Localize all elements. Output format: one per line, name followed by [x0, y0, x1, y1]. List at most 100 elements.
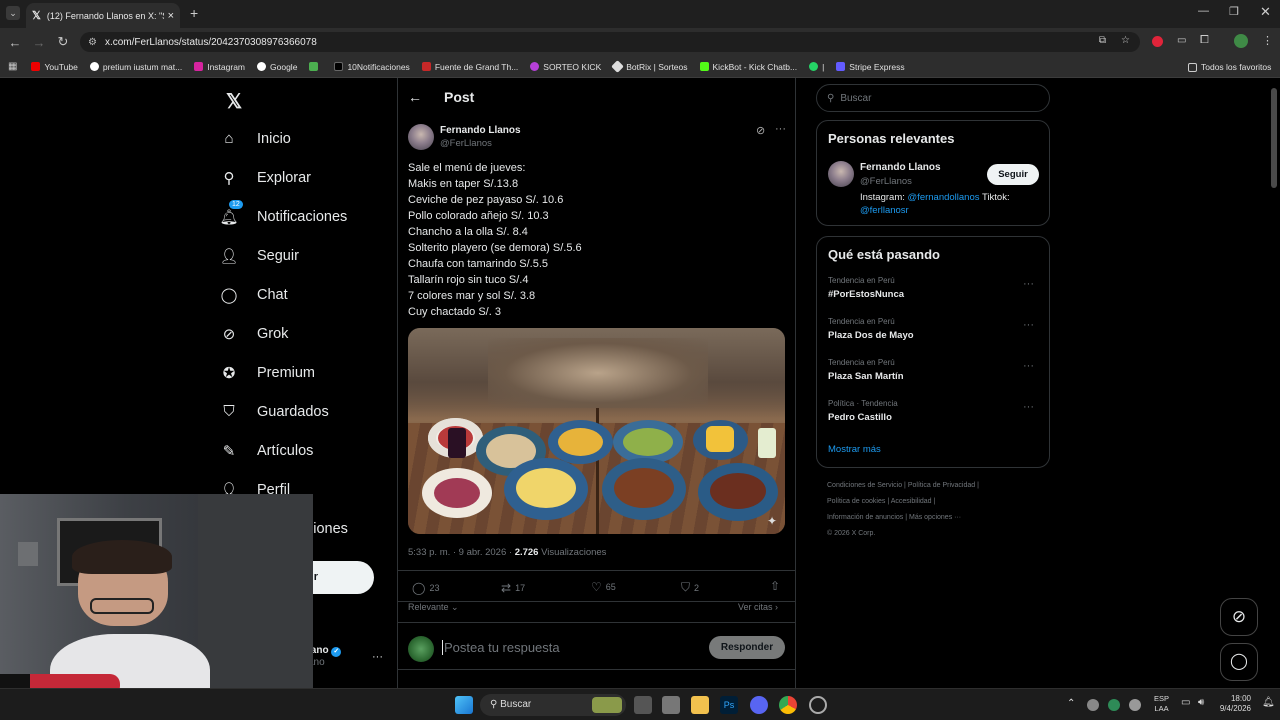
nav-home[interactable]: ⌂ Inicio: [218, 119, 388, 158]
nav-bookmarks[interactable]: ⛉ Guardados: [218, 392, 388, 431]
chevron-up-icon[interactable]: ⌃: [1067, 698, 1075, 709]
discord-icon[interactable]: [750, 696, 768, 714]
like-button[interactable]: ♡ 65: [591, 580, 616, 594]
bookmark-instagram[interactable]: Instagram: [194, 62, 245, 72]
forward-icon[interactable]: →: [27, 35, 51, 50]
language-indicator[interactable]: ESP LAA: [1154, 694, 1169, 714]
address-bar[interactable]: ⚙ x.com/FerLlanos/status/204237030897636…: [80, 32, 1140, 52]
account-switcher[interactable]: iano ✓ ano ···: [308, 645, 388, 675]
post-image[interactable]: ✦: [408, 328, 785, 534]
trend-more-icon[interactable]: ···: [1023, 360, 1034, 372]
bookmark-sorteo-kick[interactable]: SORTEO KICK: [530, 62, 601, 72]
author-name[interactable]: Fernando Llanos: [440, 125, 521, 136]
bookmark-stripe[interactable]: Stripe Express: [836, 62, 905, 72]
reply-sort[interactable]: Relevante ⌄: [408, 602, 459, 613]
account-more-icon[interactable]: ···: [372, 651, 383, 663]
tiktok-link[interactable]: @ferllanosr: [860, 205, 909, 216]
windows-start-icon[interactable]: [455, 696, 473, 714]
reply-input[interactable]: Postea tu respuesta: [442, 640, 560, 655]
tab-list-icon[interactable]: ⌄: [6, 6, 20, 20]
chat-floating-button[interactable]: ◯: [1220, 643, 1258, 681]
nav-grok[interactable]: ⊘ Grok: [218, 314, 388, 353]
grok-floating-button[interactable]: ⊘: [1220, 598, 1258, 636]
repost-button[interactable]: ⇄ 17: [501, 581, 525, 595]
grok-explain-icon[interactable]: ⊘: [756, 124, 765, 137]
new-tab-icon[interactable]: +: [190, 5, 198, 21]
extensions-puzzle-icon[interactable]: ⧠: [1200, 34, 1209, 47]
app-red-icon[interactable]: [809, 696, 827, 714]
restore-icon[interactable]: ❐: [1229, 5, 1239, 18]
author-handle[interactable]: @FerLlanos: [440, 138, 492, 149]
author-avatar[interactable]: [408, 124, 434, 150]
volume-icon[interactable]: 🔊︎: [1198, 697, 1204, 708]
nav-articles[interactable]: ✎ Artículos: [218, 431, 388, 470]
profile-avatar-icon[interactable]: [1234, 34, 1248, 48]
all-bookmarks[interactable]: Todos los favoritos: [1188, 62, 1271, 72]
bookmark-grand-theft[interactable]: Fuente de Grand Th...: [421, 62, 518, 72]
notifications-icon[interactable]: 🔔︎: [1262, 697, 1275, 708]
network-icon[interactable]: ▭: [1181, 697, 1190, 708]
photoshop-icon[interactable]: Ps: [720, 696, 738, 714]
trend-item[interactable]: Tendencia en Perú Plaza Dos de Mayo ···: [828, 317, 1038, 358]
footer-link[interactable]: Política de cookies: [827, 498, 885, 505]
minimize-icon[interactable]: —: [1198, 5, 1209, 17]
nav-chat[interactable]: ◯ Chat: [218, 275, 388, 314]
close-window-icon[interactable]: ✕: [1260, 4, 1271, 20]
tray-icon[interactable]: [1108, 699, 1120, 711]
browser-tab[interactable]: 𝕏 (12) Fernando Llanos en X: "Sal ×: [26, 3, 180, 28]
nav-notifications[interactable]: 🔔︎ 12 Notificaciones: [218, 197, 388, 236]
footer-link[interactable]: Información de anuncios: [827, 514, 903, 521]
tray-icon[interactable]: [1087, 699, 1099, 711]
nav-follow[interactable]: 👤︎ Seguir: [218, 236, 388, 275]
task-view-icon[interactable]: [634, 696, 652, 714]
apps-grid-icon[interactable]: ▦: [8, 61, 17, 72]
person-avatar[interactable]: [828, 161, 854, 187]
app-icon[interactable]: [662, 696, 680, 714]
footer-link[interactable]: Condiciones de Servicio: [827, 482, 902, 489]
bookmark-kickbot[interactable]: KickBot - Kick Chatb...: [699, 62, 797, 72]
footer-link[interactable]: Política de Privacidad: [908, 482, 975, 489]
trend-more-icon[interactable]: ···: [1023, 401, 1034, 413]
bookmark-extension[interactable]: [309, 62, 322, 71]
trend-item[interactable]: Política · Tendencia Pedro Castillo ···: [828, 399, 1038, 440]
bookmark-botrix[interactable]: BotRix | Sorteos: [611, 60, 688, 73]
scrollbar[interactable]: [1271, 88, 1277, 188]
browser-menu-icon[interactable]: ⋮: [1262, 34, 1273, 47]
show-more-link[interactable]: Mostrar más: [828, 444, 1038, 455]
search-box[interactable]: ⚲ Buscar: [816, 84, 1050, 112]
post-timestamp[interactable]: 5:33 p. m. · 9 abr. 2026 ·: [408, 547, 512, 558]
instagram-link[interactable]: @fernandollanos: [908, 192, 980, 203]
reply-button[interactable]: ◯ 23: [412, 581, 439, 595]
follow-button[interactable]: Seguir: [987, 164, 1039, 185]
extension-icon[interactable]: ▭: [1177, 35, 1186, 46]
footer-link[interactable]: Accesibilidad: [891, 498, 932, 505]
clock[interactable]: 18:00 9/4/2026: [1215, 694, 1251, 714]
x-logo-icon[interactable]: 𝕏: [226, 89, 242, 114]
trend-more-icon[interactable]: ···: [1023, 278, 1034, 290]
bookmark-pretium[interactable]: pretium iustum mat...: [89, 62, 182, 72]
bookmark-button[interactable]: ⛉ 2: [681, 580, 699, 595]
person-handle[interactable]: @FerLlanos: [860, 176, 912, 187]
bookmark-star-icon[interactable]: ☆: [1121, 35, 1130, 46]
share-button[interactable]: ⇧: [770, 579, 780, 593]
taskbar-search[interactable]: ⚲ Buscar: [480, 694, 626, 716]
chrome-icon[interactable]: [779, 696, 797, 714]
nav-explore[interactable]: ⚲ Explorar: [218, 158, 388, 197]
bookmark-whatsapp[interactable]: |: [809, 62, 824, 72]
site-info-icon[interactable]: ⚙: [88, 37, 97, 48]
bookmark-google[interactable]: Google: [257, 62, 297, 72]
install-icon[interactable]: ⧉: [1099, 35, 1106, 46]
bookmark-10notificaciones[interactable]: 10Notificaciones: [334, 62, 410, 72]
tray-icon[interactable]: [1129, 699, 1141, 711]
bookmark-youtube[interactable]: YouTube: [31, 62, 78, 72]
user-avatar[interactable]: [408, 636, 434, 662]
post-more-icon[interactable]: ···: [775, 123, 786, 135]
trend-more-icon[interactable]: ···: [1023, 319, 1034, 331]
reply-button-submit[interactable]: Responder: [709, 636, 785, 659]
trend-item[interactable]: Tendencia en Perú #PorEstosNunca ···: [828, 276, 1038, 317]
view-quotes[interactable]: Ver citas ›: [738, 602, 778, 612]
trend-item[interactable]: Tendencia en Perú Plaza San Martín ···: [828, 358, 1038, 399]
reload-icon[interactable]: ↻: [51, 34, 75, 50]
person-name[interactable]: Fernando Llanos: [860, 162, 941, 173]
back-arrow-icon[interactable]: ←: [408, 89, 422, 105]
